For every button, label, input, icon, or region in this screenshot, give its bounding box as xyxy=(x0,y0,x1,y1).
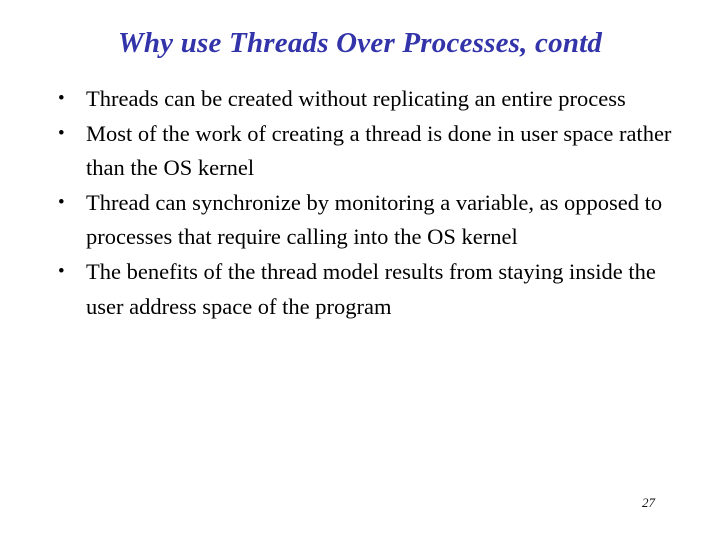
list-item: • Thread can synchronize by monitoring a… xyxy=(48,186,673,255)
list-item: • Threads can be created without replica… xyxy=(48,82,673,117)
bullet-point-icon: • xyxy=(58,260,65,282)
list-item-text: Thread can synchronize by monitoring a v… xyxy=(86,189,663,250)
page-number: 27 xyxy=(642,495,655,510)
list-item: • Most of the work of creating a thread … xyxy=(48,117,673,186)
page-title: Why use Threads Over Processes, contd xyxy=(117,27,603,59)
list-item: • The benefits of the thread model resul… xyxy=(48,255,673,324)
list-item-text: Threads can be created without replicati… xyxy=(86,86,626,111)
bullet-point-icon: • xyxy=(58,191,65,213)
presentation-slide: Why use Threads Over Processes, contd • … xyxy=(0,0,720,540)
bullet-list: • Threads can be created without replica… xyxy=(48,82,673,324)
list-item-text: Most of the work of creating a thread is… xyxy=(86,120,672,181)
bullet-point-icon: • xyxy=(58,122,65,144)
bullet-point-icon: • xyxy=(58,88,65,109)
list-item-text: The benefits of the thread model results… xyxy=(86,258,656,319)
